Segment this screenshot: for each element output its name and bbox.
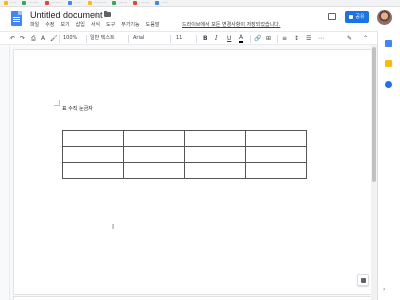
bookmark[interactable]: ····· — [155, 1, 168, 5]
table-cell[interactable] — [245, 130, 307, 147]
undo-icon[interactable]: ↶ — [10, 34, 15, 43]
scrollbar-thumb[interactable] — [372, 47, 376, 182]
menu-view[interactable]: 보기 — [60, 22, 69, 29]
document-text[interactable]: 표 수직 눈금자 — [62, 106, 93, 113]
keep-icon[interactable] — [385, 60, 392, 67]
table-row — [62, 146, 307, 163]
table-cell[interactable] — [62, 130, 124, 147]
bookmark[interactable]: ········· — [44, 1, 62, 5]
table-cell[interactable] — [184, 146, 246, 163]
font-select[interactable]: Arial — [133, 34, 144, 43]
table-cell[interactable] — [123, 130, 185, 147]
lock-icon — [349, 15, 354, 19]
list-icon[interactable]: ☰ — [306, 34, 311, 43]
document-canvas: 표 수직 눈금자 I — [0, 45, 377, 300]
docs-logo-icon[interactable] — [11, 11, 22, 26]
save-status-link[interactable]: 드라이브에서 모든 변경사항이 저장되었습니다. — [182, 22, 280, 29]
bold-button[interactable]: B — [203, 34, 208, 43]
bookmark[interactable]: ·········· — [87, 1, 106, 5]
text-cursor-icon: I — [112, 223, 115, 231]
style-select[interactable]: 일반 텍스트 — [90, 34, 115, 43]
menu-edit[interactable]: 수정 — [45, 22, 54, 29]
share-label: 공유 — [355, 14, 365, 20]
explore-button[interactable] — [357, 274, 369, 286]
bookmark[interactable]: ····· — [4, 1, 16, 5]
insert-comment-icon[interactable]: ⊞ — [266, 34, 271, 43]
table-cell[interactable] — [184, 162, 246, 179]
collapse-toolbar-icon[interactable]: ⌃ — [363, 34, 368, 43]
menu-tools[interactable]: 도구 — [106, 22, 115, 29]
side-panel-collapse-icon[interactable]: › — [383, 286, 385, 294]
more-icon[interactable]: ⋯ — [318, 34, 324, 43]
table-row — [62, 130, 307, 147]
line-spacing-icon[interactable]: ↕ — [294, 34, 299, 43]
toolbar-divider — [196, 35, 197, 43]
table-cell[interactable] — [245, 146, 307, 163]
document-table[interactable] — [62, 130, 307, 179]
menu-bar: 파일 수정 보기 삽입 서식 도구 부가기능 도움말 — [30, 22, 159, 29]
bookmark[interactable]: ········ — [133, 1, 149, 5]
menu-format[interactable]: 서식 — [91, 22, 100, 29]
italic-button[interactable]: I — [215, 34, 217, 43]
align-icon[interactable]: ≡ — [282, 34, 287, 43]
calendar-icon[interactable] — [385, 40, 392, 47]
comments-icon[interactable] — [328, 13, 336, 20]
toolbar-divider — [277, 35, 278, 43]
formatting-toolbar: ↶ ↷ ⎙ A 🖌 100% 일반 텍스트 Arial 11 B I U A 🔗… — [0, 31, 377, 45]
link-icon[interactable]: 🔗 — [254, 34, 261, 43]
margin-corner — [54, 100, 60, 106]
zoom-select[interactable]: 100% — [63, 34, 77, 43]
bookmark[interactable]: ······ — [67, 1, 82, 5]
text-color-button[interactable]: A — [239, 34, 244, 43]
tasks-icon[interactable] — [385, 81, 392, 88]
menu-help[interactable]: 도움말 — [146, 22, 160, 29]
toolbar-divider — [250, 35, 251, 43]
table-cell[interactable] — [245, 162, 307, 179]
table-cell[interactable] — [123, 162, 185, 179]
star-icon[interactable]: ☆ — [93, 10, 100, 20]
menu-insert[interactable]: 삽입 — [76, 22, 85, 29]
share-button[interactable]: 공유 — [345, 11, 369, 23]
toolbar-divider — [170, 35, 171, 43]
folder-icon[interactable] — [104, 11, 111, 17]
edit-mode-icon[interactable]: ✎ — [347, 34, 352, 43]
toolbar-divider — [59, 35, 60, 43]
bookmarks-bar: ····· ········ ········· ······ ········… — [0, 0, 400, 7]
next-page[interactable] — [13, 296, 373, 300]
table-cell[interactable] — [62, 162, 124, 179]
toolbar-divider — [128, 35, 129, 43]
print-icon[interactable]: ⎙ — [31, 34, 36, 43]
underline-button[interactable]: U — [227, 34, 231, 43]
spellcheck-icon[interactable]: A — [41, 34, 45, 43]
side-panel: › — [377, 31, 400, 300]
font-size-select[interactable]: 11 — [176, 34, 182, 43]
toolbar-divider — [86, 35, 87, 43]
redo-icon[interactable]: ↷ — [20, 34, 25, 43]
table-cell[interactable] — [184, 130, 246, 147]
table-cell[interactable] — [123, 146, 185, 163]
table-cell[interactable] — [62, 146, 124, 163]
avatar[interactable] — [377, 10, 392, 25]
document-page[interactable]: 표 수직 눈금자 I — [13, 49, 373, 295]
bookmark[interactable]: ······· — [112, 1, 127, 5]
explore-icon — [361, 278, 366, 283]
menu-addons[interactable]: 부가기능 — [121, 22, 139, 29]
menu-file[interactable]: 파일 — [30, 22, 39, 29]
table-row — [62, 162, 307, 179]
bookmark[interactable]: ········ — [22, 1, 39, 5]
document-title[interactable]: Untitled document — [30, 10, 103, 21]
docs-header: Untitled document ☆ 파일 수정 보기 삽입 서식 도구 부가… — [0, 7, 400, 31]
vertical-ruler[interactable] — [0, 45, 10, 300]
paint-format-icon[interactable]: 🖌 — [50, 34, 58, 43]
